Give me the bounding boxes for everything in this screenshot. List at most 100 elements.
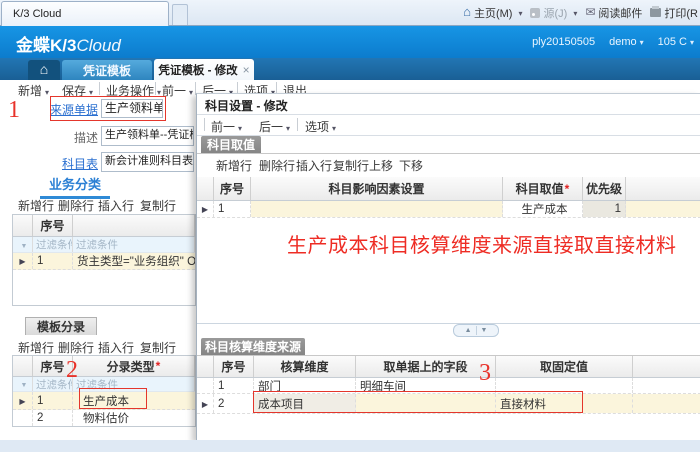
entry-row-2-seq: 2 (33, 410, 73, 426)
dialog-title: 科目设置 - 修改 (205, 97, 288, 114)
seq-column-header[interactable]: 序号 (214, 356, 254, 377)
account-table-field[interactable]: 新会计准则科目表 (101, 152, 194, 172)
entry-add-row-button[interactable]: 新增行 (18, 339, 54, 356)
collapse-down-icon[interactable]: ▼ (481, 327, 488, 334)
print-label: 打印(R (664, 5, 698, 21)
close-icon[interactable] (243, 63, 250, 77)
g2-row-2-filler (633, 394, 700, 413)
g1-row-1-priority[interactable]: 1 (583, 201, 626, 217)
g1-row-1-seq: 1 (214, 201, 251, 217)
corner-cell (13, 215, 33, 236)
rss-feed-icon (530, 8, 540, 18)
fixed-value-column-header[interactable]: 取固定值 (496, 356, 633, 377)
chevron-down-icon (235, 120, 242, 134)
dialog-previous-button[interactable]: 前一 (211, 118, 242, 135)
home-menu-button[interactable]: 主页(M) (463, 5, 522, 21)
new-button[interactable]: 新增 (18, 82, 49, 99)
chevron-down-icon (329, 120, 336, 134)
previous-button[interactable]: 前一 (162, 82, 193, 99)
g1-copy-row-button[interactable]: 复制行 (333, 157, 369, 174)
feed-label: 源(J) (543, 5, 567, 21)
condition-column-header (73, 215, 195, 236)
chevron-down-icon (515, 7, 522, 19)
tab-template-entries[interactable]: 模板分录 (25, 317, 97, 335)
factor-column-header[interactable]: 科目影响因素设置 (251, 177, 503, 200)
priority-column-header[interactable]: 优先级 (583, 177, 626, 200)
chevron-down-icon (186, 84, 193, 98)
tab-business-classify[interactable]: 业务分类 (40, 174, 110, 199)
bill-field-column-header[interactable]: 取单据上的字段 (356, 356, 496, 377)
g1-row-1[interactable]: 1 生产成本 1 (197, 201, 700, 218)
g2-row-1-seq: 1 (214, 378, 254, 393)
g1-add-row-button[interactable]: 新增行 (216, 157, 252, 174)
value-column-header[interactable]: 科目取值* (503, 177, 583, 200)
read-mail-button[interactable]: 阅读邮件 (585, 5, 642, 21)
account-table-label[interactable]: 科目表 (40, 155, 98, 172)
entry-delete-row-button[interactable]: 删除行 (58, 339, 94, 356)
g1-move-up-button[interactable]: 上移 (369, 157, 393, 174)
biz-insert-row-button[interactable]: 插入行 (98, 197, 134, 214)
chevron-down-icon (570, 7, 577, 19)
browser-tab[interactable]: K/3 Cloud (1, 1, 169, 26)
read-mail-label: 阅读邮件 (598, 5, 642, 21)
tenant-menu[interactable]: demo (609, 36, 644, 48)
biz-row-1-condition[interactable]: 货主类型="业务组织" OR V (73, 253, 195, 269)
biz-delete-row-button[interactable]: 删除行 (58, 197, 94, 214)
tab-voucher-template-edit[interactable]: 凭证模板 - 修改 (154, 59, 254, 80)
filter-placeholder[interactable]: 过滤条件 (33, 237, 73, 252)
chevron-down-icon (637, 36, 644, 48)
g2-row-2-seq: 2 (214, 394, 254, 413)
seq-column-header[interactable]: 序号 (33, 215, 73, 236)
dialog-options-button[interactable]: 选项 (305, 118, 336, 135)
splitter-control[interactable]: ▲ ▼ (453, 324, 499, 337)
biz-copy-row-button[interactable]: 复制行 (140, 197, 176, 214)
new-tab-button[interactable] (172, 4, 188, 25)
required-marker: * (156, 359, 161, 373)
entry-row-2[interactable]: 2 物料估价 (13, 410, 195, 427)
dialog-next-button[interactable]: 后一 (259, 118, 290, 135)
tab-voucher-template-label: 凭证模板 (83, 62, 131, 79)
current-row-arrow-icon (202, 203, 208, 215)
callout-number-2: 2 (66, 358, 78, 382)
filler-column-header (633, 356, 700, 377)
biz-row-1[interactable]: 1 货主类型="业务组织" OR V (13, 253, 195, 270)
printer-icon (650, 8, 661, 17)
tab-account-value[interactable]: 科目取值 (201, 136, 261, 153)
chevron-down-icon (283, 120, 290, 134)
g1-header: 序号 科目影响因素设置 科目取值* 优先级 (197, 177, 700, 201)
browser-command-bar: 主页(M) 源(J) 阅读邮件 打印(R (463, 0, 700, 25)
banner-user-area: ply20150505 demo 105 C (532, 36, 694, 48)
current-row-arrow-icon (19, 395, 25, 407)
seq-column-header[interactable]: 序号 (214, 177, 251, 200)
dimension-column-header[interactable]: 核算维度 (254, 356, 356, 377)
filter-placeholder[interactable]: 过滤条件 (73, 237, 195, 252)
print-button[interactable]: 打印(R (650, 5, 698, 21)
biz-filter-row[interactable]: 过滤条件 过滤条件 (13, 237, 195, 253)
required-marker: * (565, 182, 570, 196)
collapse-up-icon[interactable]: ▲ (465, 327, 472, 334)
username: ply20150505 (532, 36, 595, 48)
g1-move-down-button[interactable]: 下移 (399, 157, 423, 174)
biz-add-row-button[interactable]: 新增行 (18, 197, 54, 214)
tab-dimension-source[interactable]: 科目核算维度来源 (201, 338, 305, 355)
entry-type-column-header[interactable]: 分录类型* (73, 356, 195, 376)
tab-voucher-template[interactable]: 凭证模板 (62, 60, 152, 80)
entry-insert-row-button[interactable]: 插入行 (98, 339, 134, 356)
callout-number-1: 1 (8, 98, 20, 122)
highlight-box-fixed-value-row (253, 391, 583, 413)
g1-delete-row-button[interactable]: 删除行 (259, 157, 295, 174)
description-field[interactable]: 生产领料单--凭证模板 (101, 126, 194, 146)
feed-menu-button[interactable]: 源(J) (530, 5, 577, 21)
g1-row-1-factor[interactable] (251, 201, 503, 217)
env-menu[interactable]: 105 C (658, 36, 694, 48)
tab-home[interactable] (28, 60, 60, 80)
g1-insert-row-button[interactable]: 插入行 (296, 157, 332, 174)
entry-copy-row-button[interactable]: 复制行 (140, 339, 176, 356)
filter-funnel-icon (21, 239, 28, 251)
g1-row-1-value[interactable]: 生产成本 (503, 201, 583, 217)
mail-icon (585, 7, 595, 19)
browser-chrome: K/3 Cloud 主页(M) 源(J) 阅读邮件 打印(R (0, 0, 700, 26)
entry-row-2-type[interactable]: 物料估价 (73, 410, 195, 426)
account-value-grid: 序号 科目影响因素设置 科目取值* 优先级 1 生产成本 1 (197, 177, 700, 218)
home-icon (463, 6, 471, 19)
